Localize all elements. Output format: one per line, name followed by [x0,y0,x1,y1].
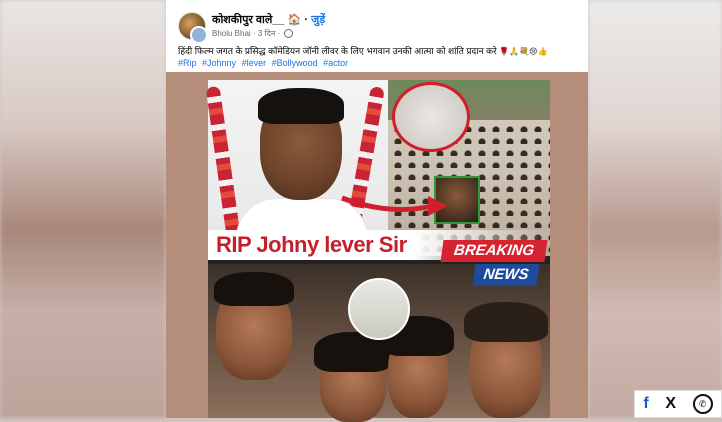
red-arrow-icon [341,195,448,216]
facebook-post-card: कोशकीपुर वाले__ 🏠 · जुड़ें Bholu Bhai · … [166,0,588,422]
x-share-icon[interactable]: X [665,395,676,413]
meta-separator: · [252,29,256,38]
person-older-man-hair [464,302,548,342]
hashtag-list: #Rip #Johnny #lever #Bollywood #actor [178,58,351,68]
rip-headline: RIP Johny lever Sir [216,232,407,257]
house-emoji-icon: 🏠 [287,14,302,26]
rose-emoji-icon: 🌹 [499,47,510,56]
background-right-blur [588,0,722,418]
garland-left [205,85,241,237]
hashtag-bollywood[interactable]: #Bollywood [272,58,318,68]
join-group-button[interactable]: जुड़ें [311,14,325,26]
caption-text: हिंदी फिल्म जगत के प्रसिद्ध कॉमेडियन जॉन… [178,46,497,56]
share-bar: f X ✆ [634,390,722,418]
thumbs-up-emoji-icon: 👍 [537,47,548,56]
author-avatar[interactable] [190,26,208,44]
caption-emojis: 🌹🙏💐😢👍 [499,46,547,56]
person-young-man-hair [214,272,294,306]
image-collage[interactable]: RIP Johny lever Sir BREAKING NEWS [205,80,550,422]
post-caption: हिंदी फिल्म जगत के प्रसिद्ध कॉमेडियन जॉन… [178,44,582,57]
hashtag-lever[interactable]: #lever [242,58,267,68]
family-photo-panel [208,264,550,422]
standing-figure-inset-circle [348,278,410,340]
whatsapp-share-icon[interactable]: ✆ [692,394,713,414]
breaking-label: BREAKING [440,240,548,262]
group-name-row: कोशकीपुर वाले__ 🏠 · जुड़ें [212,12,325,27]
bouquet-emoji-icon: 💐 [519,47,530,56]
post-header: कोशकीपुर वाले__ 🏠 · जुड़ें Bholu Bhai · … [174,8,584,44]
news-label: NEWS [472,264,540,286]
group-name-link[interactable]: कोशकीपुर वाले__ [212,14,285,26]
post-meta: Bholu Bhai · 3 दिन · [212,28,294,39]
portrait-hair [258,88,344,124]
separator-dot: · [304,14,309,26]
hospital-inset-circle [392,82,470,152]
post-media[interactable]: RIP Johny lever Sir BREAKING NEWS [166,72,588,422]
facebook-share-icon[interactable]: f [643,395,648,413]
meta-separator-2: · [277,29,281,38]
public-globe-icon [284,29,294,39]
hashtag-johnny[interactable]: #Johnny [202,58,236,68]
post-time-link[interactable]: 3 दिन [258,29,275,38]
hashtag-actor[interactable]: #actor [323,58,348,68]
background-left-blur [0,0,166,418]
folded-hands-emoji-icon: 🙏 [509,47,520,56]
hashtag-rip[interactable]: #Rip [178,58,197,68]
author-name-link[interactable]: Bholu Bhai [212,29,251,38]
